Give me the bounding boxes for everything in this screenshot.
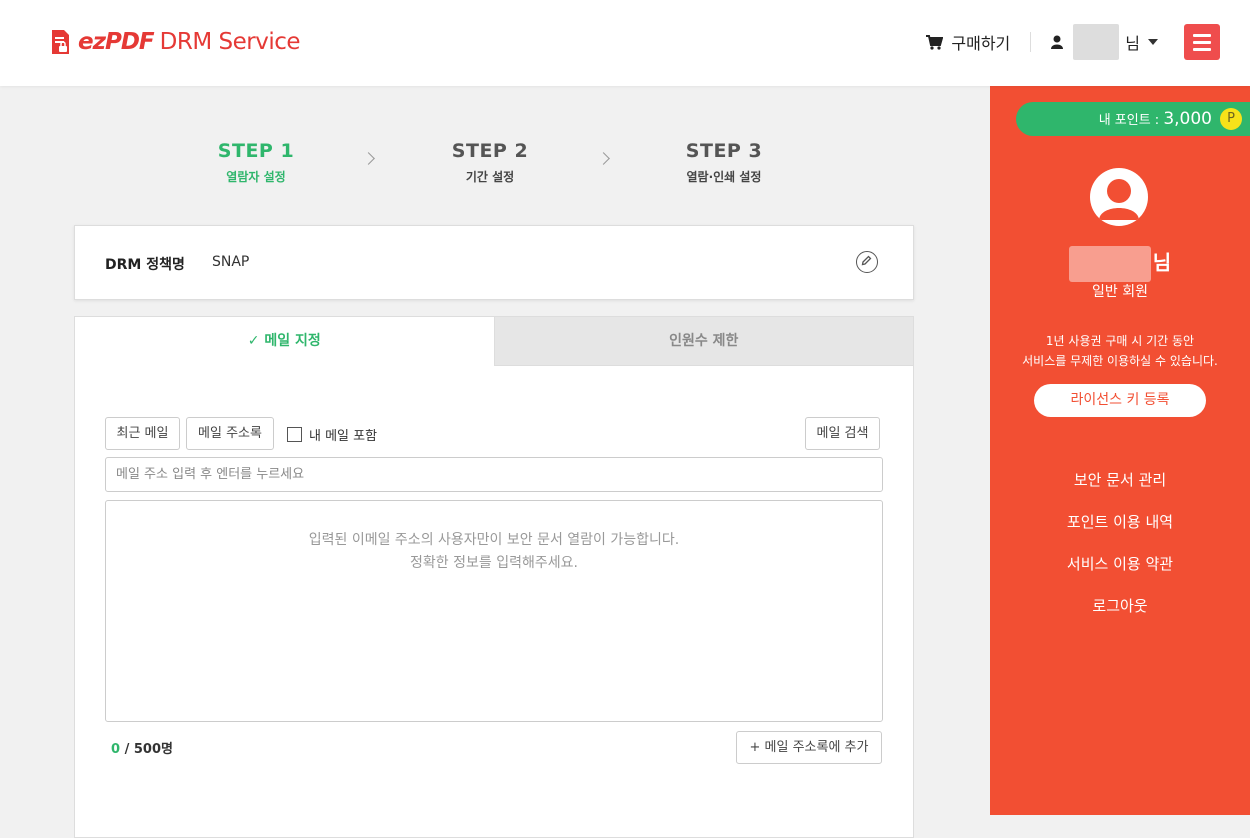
- license-info-line2: 서비스를 무제한 이용하실 수 있습니다.: [1022, 354, 1218, 368]
- policy-box: DRM 정책명 SNAP: [74, 225, 914, 300]
- user-suffix: 님: [1125, 34, 1140, 53]
- chevron-down-icon: [1148, 39, 1158, 45]
- buy-link[interactable]: 구매하기: [926, 30, 1010, 54]
- addressbook-button[interactable]: 메일 주소록: [186, 417, 274, 450]
- include-my-mail-checkbox[interactable]: [287, 427, 302, 442]
- points-bar: 내 포인트 : 3,000 P: [1016, 102, 1250, 136]
- tab-email-label: 메일 지정: [264, 333, 321, 349]
- points-label: 내 포인트 :: [1098, 113, 1164, 128]
- recipient-count-current: 0: [111, 742, 121, 757]
- email-area-hint: 입력된 이메일 주소의 사용자만이 보안 문서 열람이 가능합니다. 정확한 정…: [106, 529, 882, 575]
- user-name-suffix: 님: [1152, 250, 1172, 275]
- logo[interactable]: ezPDF DRM Service: [50, 26, 301, 58]
- add-to-addressbook-button[interactable]: + 메일 주소록에 추가: [736, 731, 882, 764]
- step-2: STEP 2 기간 설정: [390, 140, 590, 185]
- member-type: 일반 회원: [1092, 284, 1148, 300]
- top-header: ezPDF DRM Service 구매하기 님: [0, 0, 1250, 86]
- policy-value: SNAP: [212, 254, 250, 270]
- edit-icon[interactable]: [856, 251, 878, 273]
- hamburger-menu-button[interactable]: [1184, 24, 1220, 60]
- license-info: 1년 사용권 구매 시 기간 동안 서비스를 무제한 이용하실 수 있습니다.: [990, 331, 1250, 371]
- chevron-right-icon: [597, 152, 610, 165]
- logo-brand: ezPDF: [78, 29, 155, 55]
- tab-count-limit[interactable]: 인원수 제한: [493, 317, 913, 366]
- points-value: 3,000: [1163, 109, 1212, 129]
- step-1: STEP 1 열람자 설정: [156, 140, 356, 185]
- user-name-redacted: [1073, 24, 1120, 60]
- cart-icon: [926, 34, 944, 50]
- include-my-mail[interactable]: 내 메일 포함: [287, 425, 377, 444]
- avatar: [1090, 168, 1148, 226]
- sidebar-menu: 보안 문서 관리 포인트 이용 내역 서비스 이용 약관 로그아웃: [990, 469, 1250, 637]
- email-area-hint-line1: 입력된 이메일 주소의 사용자만이 보안 문서 열람이 가능합니다.: [308, 532, 680, 548]
- step-1-number: STEP 1: [217, 140, 295, 162]
- user-name-redacted: [1068, 246, 1151, 282]
- step-3-number: STEP 3: [685, 140, 763, 162]
- step-indicator: STEP 1 열람자 설정 STEP 2 기간 설정 STEP 3 열람·인쇄 …: [0, 140, 990, 200]
- step-2-number: STEP 2: [451, 140, 529, 162]
- email-input[interactable]: [105, 457, 883, 492]
- step-2-label: 기간 설정: [465, 170, 515, 184]
- user-menu[interactable]: 님: [1051, 24, 1158, 60]
- tab-bar: ✓ 메일 지정 인원수 제한: [75, 317, 913, 366]
- search-mail-button[interactable]: 메일 검색: [805, 417, 880, 450]
- sidebar-item-terms[interactable]: 서비스 이용 약관: [990, 553, 1250, 595]
- user-icon: [1051, 35, 1064, 49]
- step-1-label: 열람자 설정: [226, 170, 286, 184]
- sidebar-item-point-history[interactable]: 포인트 이용 내역: [990, 511, 1250, 553]
- tab-email[interactable]: ✓ 메일 지정: [75, 317, 494, 366]
- points-badge-icon: P: [1220, 108, 1242, 130]
- header-actions: 구매하기 님: [926, 22, 1220, 62]
- recipient-count: 0 / 500명: [111, 738, 173, 757]
- chevron-right-icon: [362, 152, 375, 165]
- user-name: 님: [990, 246, 1250, 282]
- policy-label: DRM 정책명: [105, 257, 185, 273]
- email-area-hint-line2: 정확한 정보를 입력해주세요.: [410, 555, 578, 571]
- pdf-lock-icon: [50, 29, 70, 55]
- step-3: STEP 3 열람·인쇄 설정: [624, 140, 824, 185]
- sidebar-item-logout[interactable]: 로그아웃: [990, 595, 1250, 637]
- viewer-settings-panel: ✓ 메일 지정 인원수 제한 최근 메일 메일 주소록 내 메일 포함 메일 검…: [74, 316, 914, 838]
- include-my-mail-label: 내 메일 포함: [309, 429, 378, 444]
- recent-mail-button[interactable]: 최근 메일: [105, 417, 180, 450]
- sidebar: 내 포인트 : 3,000 P 님 일반 회원 1년 사용권 구매 시 기간 동…: [990, 86, 1250, 815]
- header-divider: [1030, 32, 1032, 52]
- check-icon: ✓: [247, 333, 260, 349]
- tab-count-limit-label: 인원수 제한: [669, 333, 739, 349]
- buy-label: 구매하기: [951, 34, 1011, 53]
- license-key-button[interactable]: 라이선스 키 등록: [1034, 384, 1206, 417]
- email-list-area[interactable]: 입력된 이메일 주소의 사용자만이 보안 문서 열람이 가능합니다. 정확한 정…: [105, 500, 883, 722]
- sidebar-item-secure-docs[interactable]: 보안 문서 관리: [990, 469, 1250, 511]
- license-info-line1: 1년 사용권 구매 시 기간 동안: [1045, 334, 1195, 348]
- logo-product: DRM Service: [159, 29, 301, 55]
- recipient-count-max: / 500명: [120, 742, 173, 757]
- step-3-label: 열람·인쇄 설정: [686, 170, 762, 184]
